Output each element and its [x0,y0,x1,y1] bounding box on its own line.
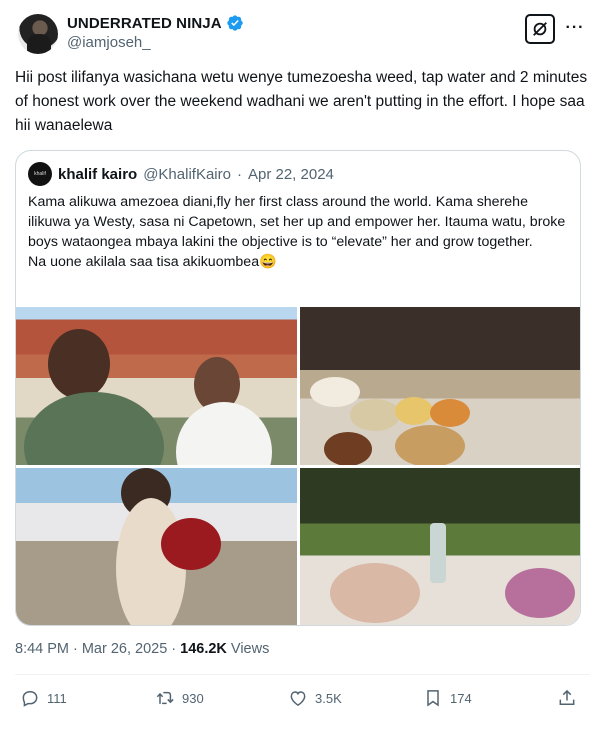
photo-first-class-meal[interactable] [300,307,580,465]
photo-person-shirt [24,392,164,465]
quote-author-handle: @KhalifKairo [143,165,231,183]
photo-rose-bouquet [161,518,221,570]
photo-outdoor-dinner[interactable] [300,468,580,625]
tweet-time[interactable]: 8:44 PM [15,641,69,657]
tweet-text: Hii post ilifanya wasichana wetu wenye t… [15,69,588,134]
photo-dish [310,377,360,407]
meta-separator: · [171,641,177,657]
like-button[interactable]: 3.5K [288,688,342,708]
author-name-row: UNDERRATED NINJA [67,14,244,32]
grok-glyph [533,22,547,36]
photo-jet-flowers[interactable] [16,468,297,625]
repost-count: 930 [182,690,204,706]
bookmark-button[interactable]: 174 [423,688,472,708]
repost-icon [156,691,174,705]
quote-avatar-text: khalif [34,171,46,177]
photo-plate [330,563,420,623]
photo-dish [324,432,372,465]
like-count: 3.5K [315,690,342,706]
photo-couple-selfie[interactable] [16,307,297,465]
quote-media-grid [16,307,580,625]
author-display-name[interactable]: UNDERRATED NINJA [67,15,222,32]
tweet-header: UNDERRATED NINJA @iamjoseh_ ··· [15,12,590,56]
share-icon [559,689,575,705]
author-handle[interactable]: @iamjoseh_ [67,34,151,51]
views-count: 146.2K [180,641,227,657]
photo-drink [505,568,575,618]
photo-dish [395,425,465,465]
tweet-meta: 8:44 PM · Mar 26, 2025 · 146.2K Views [15,641,269,657]
bookmark-count: 174 [450,690,472,706]
photo-person-head [48,329,110,399]
quote-date: Apr 22, 2024 [247,165,334,183]
meta-separator: · [73,641,78,657]
quoted-tweet[interactable]: khalif khalif kairo @KhalifKairo · Apr 2… [15,150,581,626]
photo-dish [350,399,400,431]
reply-icon [22,691,38,707]
action-bar: 111 930 3.5K 174 [15,688,590,716]
photo-bottle [430,523,446,583]
quote-author-name: khalif kairo [58,165,138,183]
views-label: Views [230,641,270,657]
tweet-date[interactable]: Mar 26, 2025 [82,641,167,657]
repost-button[interactable]: 930 [155,688,204,708]
reply-button[interactable]: 111 [20,688,67,708]
bookmark-icon [427,690,439,707]
verified-badge-icon [226,15,243,31]
photo-dish [430,399,470,427]
divider [15,674,590,675]
quote-author-avatar: khalif [28,162,52,186]
more-icon[interactable]: ··· [563,16,587,40]
share-button[interactable] [557,688,577,708]
photo-woman-dress [176,402,272,465]
author-avatar[interactable] [18,14,58,54]
photo-dish [395,397,433,425]
reply-count: 111 [47,690,67,706]
quote-text: Kama alikuwa amezoea diani,fly her first… [28,194,566,270]
grok-icon[interactable] [525,14,555,44]
like-icon [290,691,306,706]
quote-separator: · [236,165,242,183]
quote-header: khalif khalif kairo @KhalifKairo · Apr 2… [28,162,334,186]
